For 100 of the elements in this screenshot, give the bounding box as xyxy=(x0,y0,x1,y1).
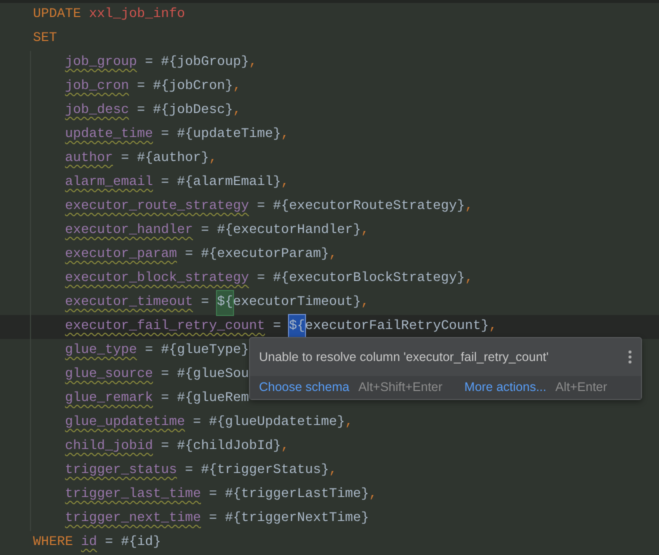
equals-sign: = xyxy=(184,246,193,264)
table-name: xxl_job_info xyxy=(89,6,185,24)
placeholder-brace: ${ xyxy=(288,315,305,339)
column-name: executor_block_strategy xyxy=(65,270,249,288)
column-name: trigger_last_time xyxy=(65,486,201,504)
comma: , xyxy=(328,462,337,480)
column-name: glue_type xyxy=(65,342,137,360)
comma: , xyxy=(464,270,473,288)
parameter-name: glueRem xyxy=(192,390,249,408)
placeholder-brace: #{ xyxy=(121,534,137,552)
parameter-name: jobGroup} xyxy=(176,54,249,72)
placeholder-brace: #{ xyxy=(153,102,169,120)
comma: , xyxy=(233,102,241,120)
error-message: Unable to resolve column 'executor_fail_retry_count' xyxy=(259,348,549,366)
placeholder-brace: #{ xyxy=(160,342,177,360)
comma: , xyxy=(280,174,289,192)
placeholder-brace: #{ xyxy=(208,414,225,432)
column-name: job_group xyxy=(65,54,137,72)
placeholder-brace: #{ xyxy=(153,78,169,96)
placeholder-brace: #{ xyxy=(200,246,217,264)
action-link[interactable]: More actions... xyxy=(464,378,546,397)
placeholder-brace: #{ xyxy=(176,126,193,144)
equals-sign: = xyxy=(160,126,169,144)
placeholder-brace: #{ xyxy=(176,174,193,192)
equals-sign: = xyxy=(200,294,209,312)
placeholder-brace: #{ xyxy=(272,198,289,216)
placeholder-brace: #{ xyxy=(176,366,193,384)
more-icon[interactable] xyxy=(628,350,632,364)
parameter-name: executorRouteStrategy} xyxy=(288,198,465,216)
sql-keyword: UPDATE xyxy=(33,6,81,24)
comma: , xyxy=(328,246,337,264)
column-name: executor_timeout xyxy=(65,294,193,312)
column-name: glue_updatetime xyxy=(65,414,185,432)
column-name: glue_remark xyxy=(65,390,153,408)
equals-sign: = xyxy=(192,414,201,432)
equals-sign: = xyxy=(272,318,281,336)
parameter-name: executorHandler} xyxy=(232,222,361,240)
equals-sign: = xyxy=(160,174,169,192)
comma: , xyxy=(488,318,497,336)
column-name: id xyxy=(81,534,97,552)
placeholder-brace: #{ xyxy=(200,462,217,480)
placeholder-brace: #{ xyxy=(224,510,241,528)
column-name: executor_param xyxy=(65,246,177,264)
parameter-name: executorBlockStrategy} xyxy=(288,270,465,288)
column-name: trigger_status xyxy=(65,462,177,480)
parameter-name: triggerStatus} xyxy=(216,462,329,480)
placeholder-brace: #{ xyxy=(176,390,193,408)
action-link[interactable]: Choose schema xyxy=(259,378,350,397)
shortcut-text: Alt+Shift+Enter xyxy=(358,379,442,396)
parameter-name: updateTime} xyxy=(192,126,281,144)
parameter-name: glueType} xyxy=(176,342,249,360)
parameter-name: triggerLastTime} xyxy=(240,486,369,504)
parameter-name: glueUpdatetime} xyxy=(224,414,345,432)
placeholder-brace: #{ xyxy=(176,438,193,456)
placeholder-brace: #{ xyxy=(224,486,241,504)
comma: , xyxy=(248,54,257,72)
equals-sign: = xyxy=(105,534,113,552)
column-name: executor_fail_retry_count xyxy=(65,318,265,336)
equals-sign: = xyxy=(184,462,193,480)
column-name: job_desc xyxy=(65,102,129,120)
parameter-name: jobDesc} xyxy=(169,102,233,120)
equals-sign: = xyxy=(160,438,169,456)
equals-sign: = xyxy=(144,342,153,360)
parameter-name: alarmEmail} xyxy=(192,174,281,192)
parameter-name: childJobId} xyxy=(192,438,281,456)
parameter-name: author} xyxy=(153,150,209,168)
column-name: executor_route_strategy xyxy=(65,198,249,216)
placeholder-brace: #{ xyxy=(137,150,153,168)
sql-keyword: WHERE xyxy=(33,534,73,552)
sql-keyword: SET xyxy=(33,30,57,48)
placeholder-brace: #{ xyxy=(216,222,233,240)
comma: , xyxy=(233,78,241,96)
comma: , xyxy=(344,414,353,432)
column-name: trigger_next_time xyxy=(65,510,201,528)
parameter-name: executorParam} xyxy=(216,246,329,264)
parameter-name: id} xyxy=(137,534,161,552)
equals-sign: = xyxy=(160,366,169,384)
placeholder-brace: #{ xyxy=(160,54,177,72)
shortcut-text: Alt+Enter xyxy=(555,379,608,396)
column-name: glue_source xyxy=(65,366,153,384)
equals-sign: = xyxy=(200,222,209,240)
equals-sign: = xyxy=(256,198,265,216)
equals-sign: = xyxy=(208,486,217,504)
column-name: child_jobid xyxy=(65,438,153,456)
column-name: author xyxy=(65,150,113,168)
comma: , xyxy=(360,222,369,240)
comma: , xyxy=(360,294,369,312)
placeholder-brace: #{ xyxy=(272,270,289,288)
parameter-name: executorTimeout} xyxy=(232,294,361,312)
parameter-name: triggerNextTime} xyxy=(240,510,369,528)
equals-sign: = xyxy=(121,150,129,168)
equals-sign: = xyxy=(208,510,217,528)
comma: , xyxy=(464,198,473,216)
equals-sign: = xyxy=(137,78,145,96)
column-name: executor_handler xyxy=(65,222,193,240)
comma: , xyxy=(368,486,377,504)
parameter-name: jobCron} xyxy=(169,78,233,96)
equals-sign: = xyxy=(160,390,169,408)
parameter-name: glueSou xyxy=(192,366,249,384)
column-name: update_time xyxy=(65,126,153,144)
